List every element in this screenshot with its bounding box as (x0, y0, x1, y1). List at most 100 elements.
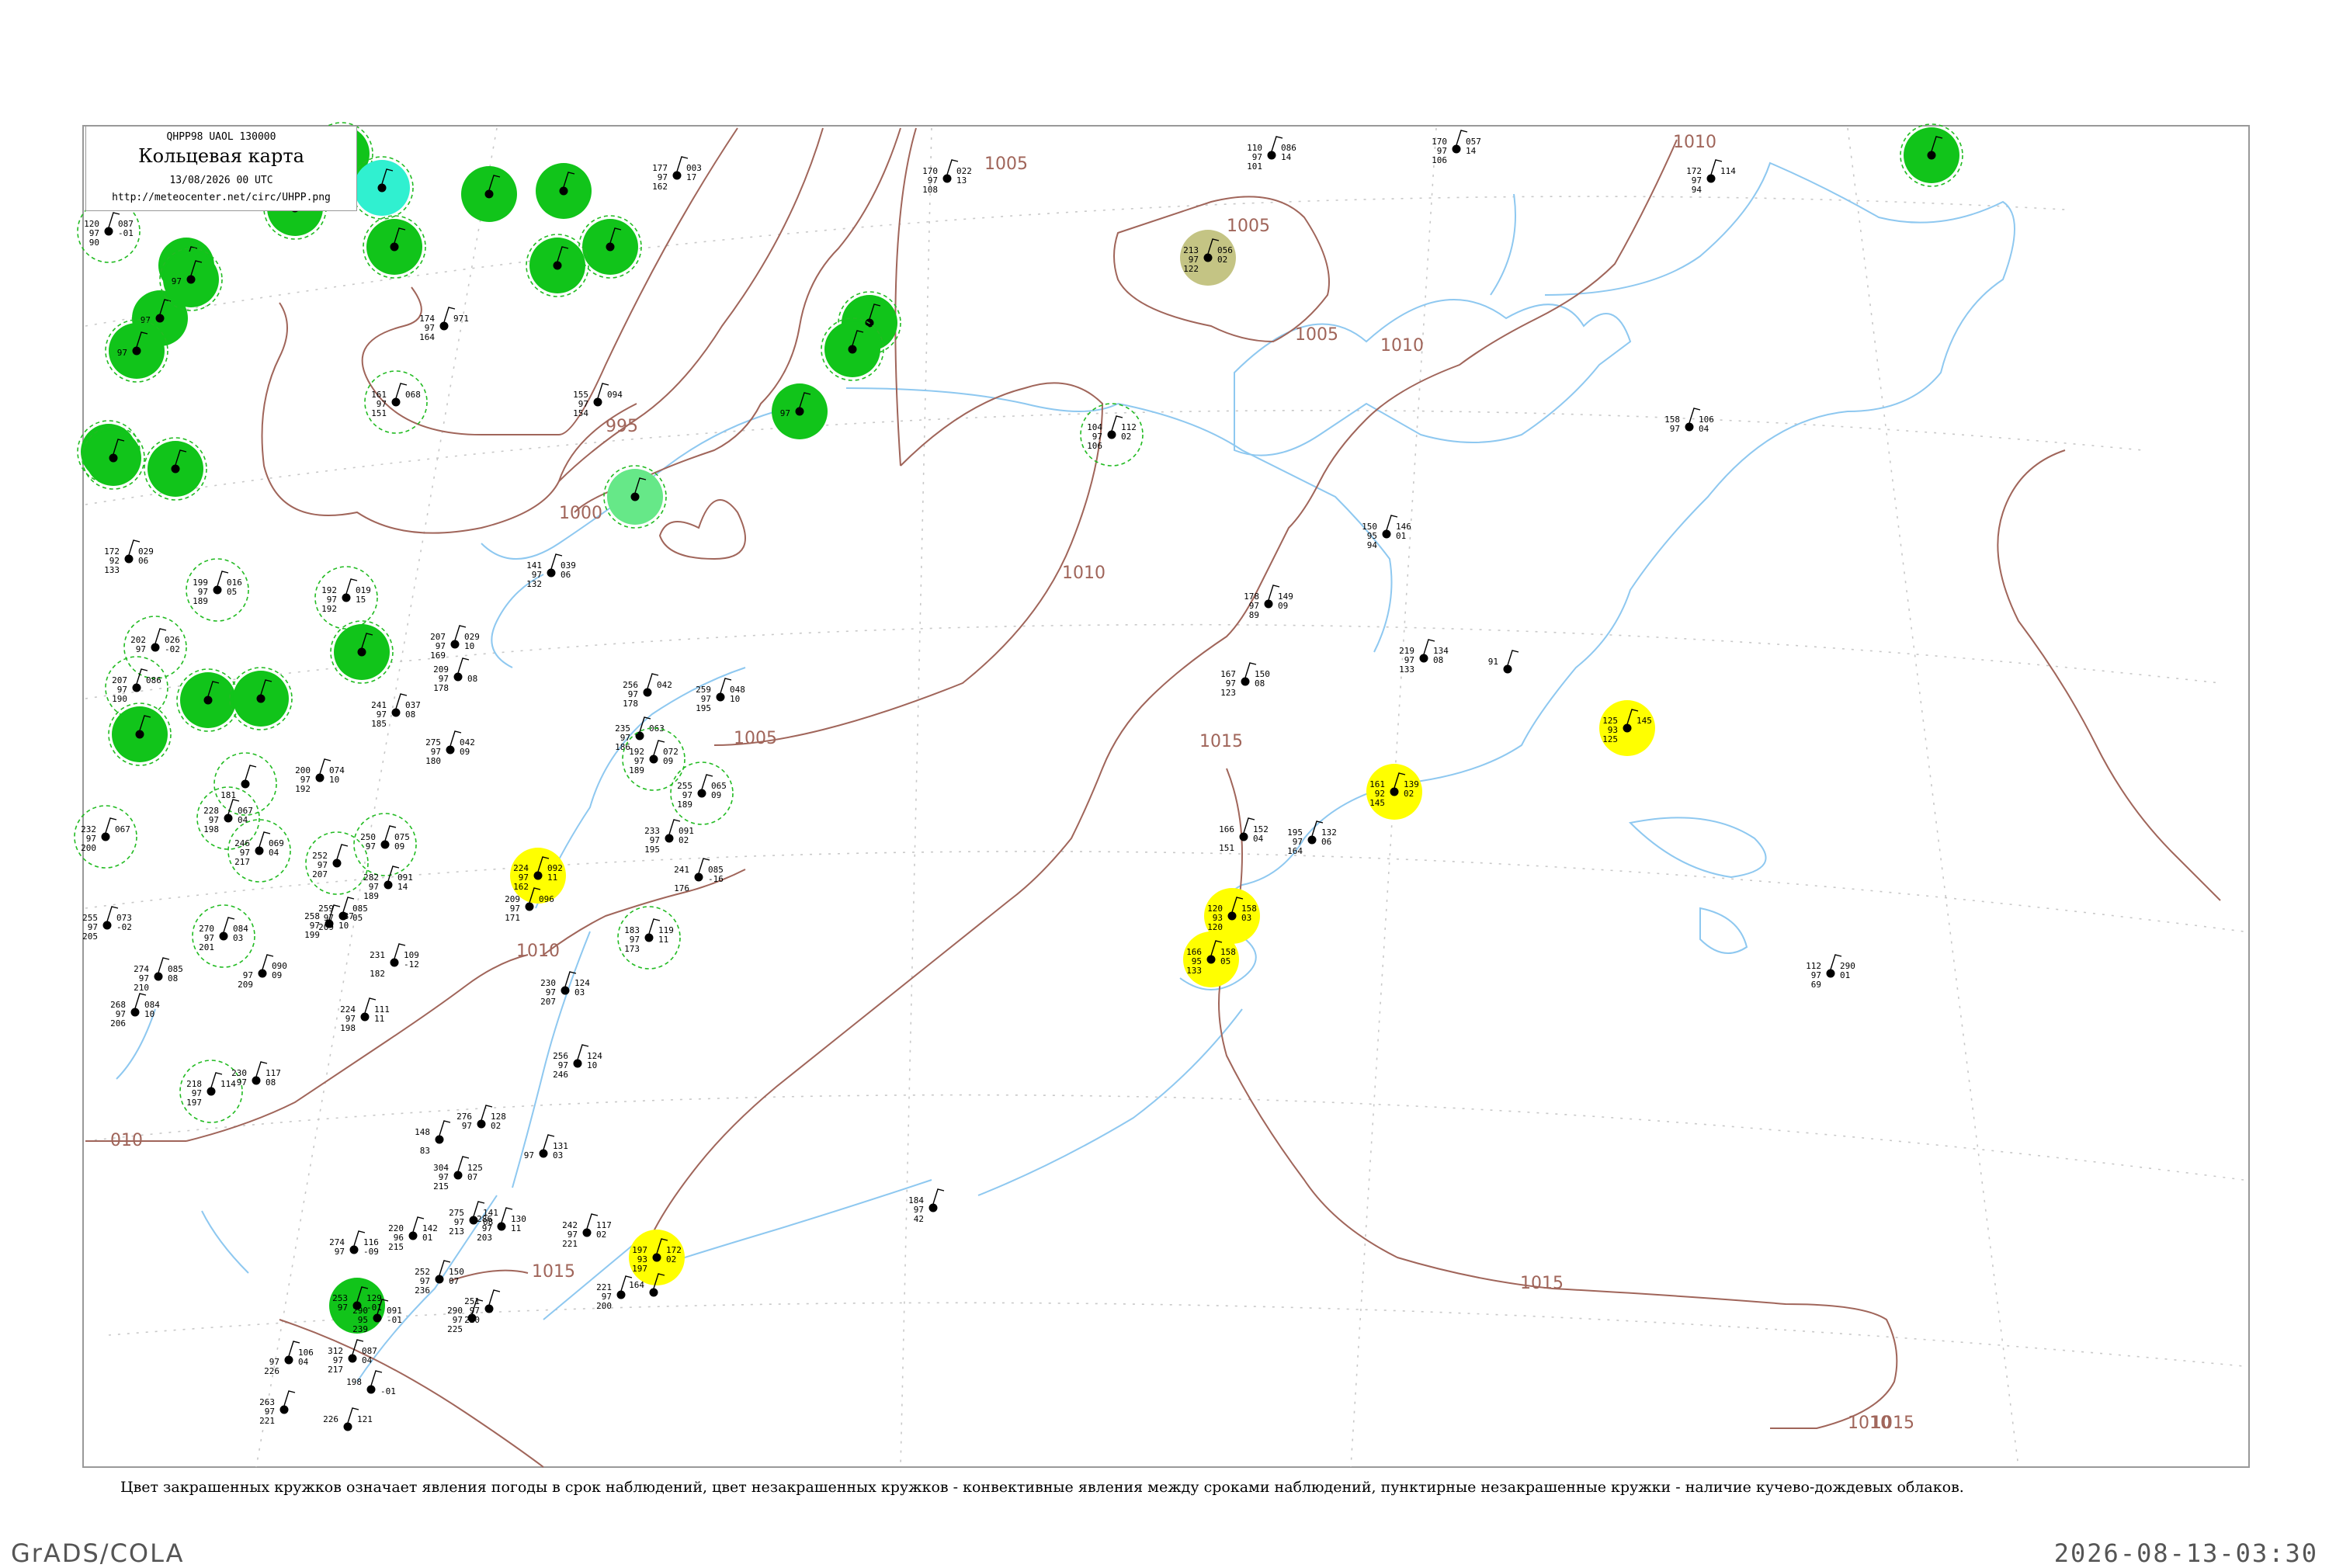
cloud-cover-icon (649, 755, 658, 764)
station-plot: 1619213902145 (1366, 764, 1422, 820)
station-pressure-tendency: -01 (380, 1386, 396, 1396)
station-visibility: 195 (696, 703, 711, 713)
synoptic-map: 10051005100510101010100099510101005 10151… (74, 122, 2250, 1468)
station-pressure-tendency: 09 (663, 756, 673, 766)
cloud-cover-icon (135, 730, 144, 739)
station-pressure-tendency: 01 (422, 1233, 432, 1243)
station-visibility: 154 (573, 408, 588, 418)
station-visibility: 226 (264, 1366, 279, 1376)
station-pressure-tendency: 02 (1404, 789, 1414, 799)
station-pressure-tendency: 05 (352, 913, 363, 923)
isobar-label: 1005 (734, 729, 777, 748)
cloud-cover-icon (373, 1313, 382, 1323)
cloud-cover-icon (616, 1290, 626, 1299)
cloud-cover-icon (256, 694, 266, 703)
cloud-cover-icon (1264, 599, 1273, 609)
station-plot (108, 702, 172, 766)
station-visibility: 221 (562, 1239, 578, 1249)
isobar-label: 1015 (1199, 732, 1243, 751)
cloud-cover-icon (1826, 969, 1835, 978)
cloud-cover-icon (130, 1008, 140, 1017)
cloud-cover-icon (497, 1222, 506, 1231)
station-visibility: 94 (1692, 185, 1702, 195)
cloud-cover-icon (390, 242, 399, 252)
station-pressure-tendency: 14 (1466, 146, 1477, 156)
station-dewpoint: 97 (1670, 424, 1680, 434)
station-visibility: 178 (433, 683, 449, 693)
station-pressure-tendency: 04 (269, 848, 279, 858)
station-visibility: 207 (540, 997, 556, 1007)
cloud-cover-icon (467, 1313, 477, 1323)
station-pressure-tendency: 10 (144, 1009, 154, 1019)
station-pressure-tendency: 08 (168, 973, 178, 983)
station-pressure-tendency: -01 (387, 1315, 402, 1325)
station-visibility: 176 (674, 883, 689, 893)
cloud-cover-icon (649, 1288, 658, 1297)
cloud-cover-icon (643, 688, 652, 697)
cloud-cover-icon (477, 1119, 486, 1129)
station-temperature: 166 (1219, 824, 1234, 834)
isobar-label: 1005 (1295, 325, 1338, 345)
station-pressure-tendency: 11 (374, 1014, 384, 1024)
station-visibility: 197 (186, 1098, 202, 1108)
station-visibility: 225 (447, 1324, 463, 1334)
station-pressure-tendency: 01 (1840, 970, 1850, 980)
station-pressure-tendency: -12 (404, 959, 419, 970)
station-plot (176, 668, 240, 732)
station-visibility: 209 (238, 980, 253, 990)
cloud-cover-icon (104, 227, 113, 236)
station-dewpoint: 97 (462, 1121, 472, 1131)
cloud-cover-icon (539, 1149, 548, 1158)
station-visibility: 205 (82, 931, 98, 942)
station-visibility: 132 (526, 579, 542, 589)
cloud-cover-icon (942, 174, 952, 183)
station-visibility: 195 (644, 845, 660, 855)
station-pressure: 121 (357, 1414, 373, 1424)
station-visibility: 186 (615, 742, 630, 752)
station-pressure-tendency: 08 (467, 674, 477, 684)
footer-software: GrADS/COLA (11, 1539, 185, 1568)
station-pressure-tendency: 17 (686, 172, 696, 182)
station-pressure-tendency: 07 (449, 1276, 459, 1286)
station-visibility: 213 (449, 1226, 464, 1237)
station-pressure-tendency: 02 (491, 1121, 501, 1131)
station-temperature: 241 (674, 865, 689, 875)
station-pressure-tendency: 08 (266, 1077, 276, 1088)
station-visibility: 189 (193, 596, 208, 606)
cloud-cover-icon (151, 643, 160, 652)
station-pressure-tendency: 06 (1321, 837, 1331, 847)
station-visibility: 197 (632, 1264, 647, 1274)
station-plot: 97 (772, 383, 828, 439)
cloud-cover-icon (284, 1355, 293, 1365)
station-pressure-tendency: 06 (561, 570, 571, 580)
station-visibility: 221 (259, 1416, 275, 1426)
cloud-cover-icon (357, 647, 366, 657)
station-pressure-tendency: 04 (298, 1357, 309, 1367)
station-pressure-tendency: -01 (118, 228, 134, 238)
station-visibility: 83 (420, 1146, 430, 1156)
cloud-cover-icon (439, 321, 449, 331)
cloud-cover-icon (665, 834, 674, 843)
station-pressure-tendency: 08 (405, 709, 415, 720)
station-visibility: 198 (203, 824, 219, 834)
station-visibility: 162 (652, 182, 668, 192)
station-pressure-tendency: 05 (227, 587, 237, 597)
station-visibility: 106 (1087, 441, 1102, 451)
isobar-label: 1000 (559, 504, 602, 523)
station-pressure-tendency: 04 (1699, 424, 1709, 434)
isobar-label: 1005 (984, 154, 1028, 174)
isobar-label: 1010 (1062, 564, 1105, 583)
cloud-cover-icon (469, 1216, 478, 1225)
station-visibility: 239 (352, 1324, 368, 1334)
cloud-cover-icon (559, 186, 568, 196)
station-visibility: 215 (388, 1242, 404, 1252)
station-temperature: 164 (629, 1280, 644, 1290)
station-dewpoint: 97 (172, 276, 182, 286)
station-plot: 2139705602122 (1180, 230, 1236, 286)
footer-timestamp: 2026-08-13-03:30 (2053, 1539, 2318, 1568)
cloud-cover-icon (384, 880, 393, 890)
station-pressure-tendency: -02 (116, 922, 132, 932)
bulletin-code: QHPP98 UAOL 130000 (166, 131, 276, 143)
cloud-cover-icon (255, 846, 264, 855)
station-pressure-tendency: 08 (1255, 678, 1265, 689)
